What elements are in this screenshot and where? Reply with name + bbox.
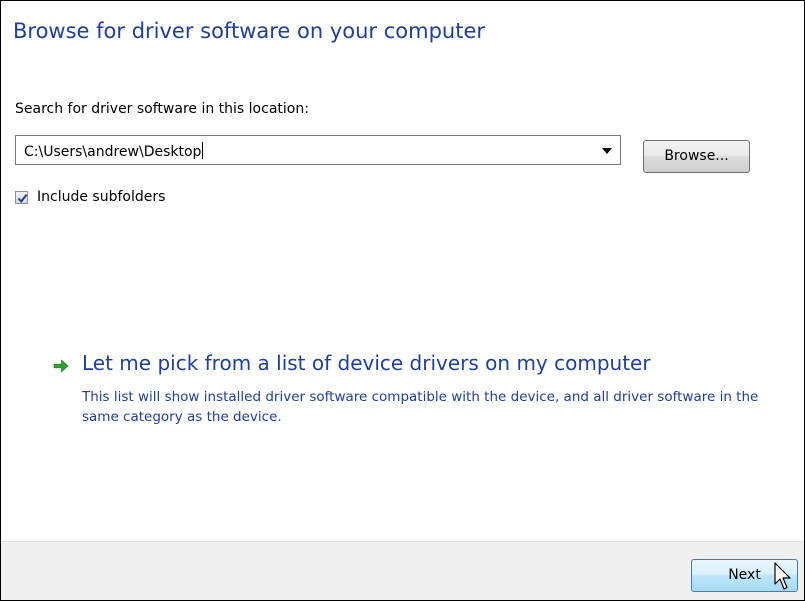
include-subfolders-label: Include subfolders <box>37 189 166 205</box>
dialog-window: Browse for driver software on your compu… <box>0 0 805 601</box>
mouse-pointer-icon <box>774 562 791 590</box>
dialog-title: Browse for driver software on your compu… <box>13 19 486 43</box>
pick-from-list-description: This list will show installed driver sof… <box>82 389 759 425</box>
chevron-down-icon[interactable] <box>602 148 612 154</box>
dialog-footer: Next <box>1 541 804 600</box>
search-location-label: Search for driver software in this locat… <box>15 101 309 117</box>
location-combobox[interactable]: C:\Users\andrew\Desktop <box>15 135 621 165</box>
checkmark-icon <box>17 194 28 204</box>
include-subfolders-checkbox[interactable] <box>15 191 28 204</box>
green-arrow-icon <box>53 359 69 373</box>
browse-button[interactable]: Browse... <box>643 140 750 173</box>
pick-from-list-title[interactable]: Let me pick from a list of device driver… <box>82 351 651 375</box>
text-caret <box>202 142 204 159</box>
location-input[interactable]: C:\Users\andrew\Desktop <box>24 142 204 160</box>
location-value: C:\Users\andrew\Desktop <box>24 144 202 160</box>
